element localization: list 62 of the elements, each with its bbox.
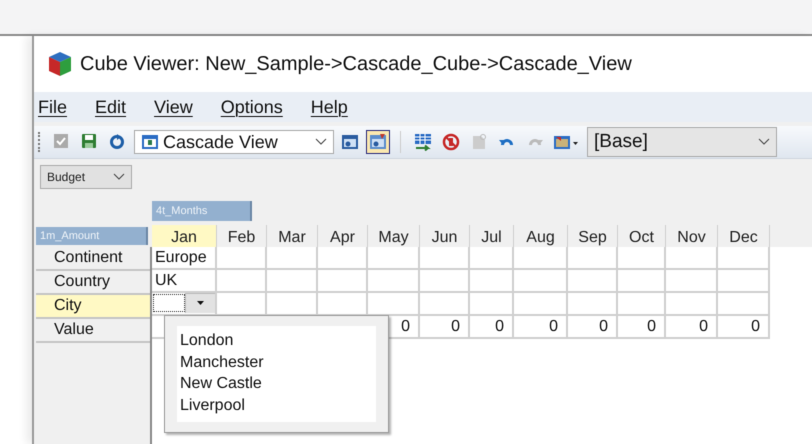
window-title: Cube Viewer: New_Sample->Cascade_Cube->Cascade_View xyxy=(80,52,632,76)
table-cell: 0 xyxy=(420,316,470,339)
table-cell xyxy=(368,247,420,270)
menu-item[interactable]: Options xyxy=(218,96,296,118)
chevron-icon xyxy=(113,173,125,181)
table-cell xyxy=(318,270,368,293)
table-cell xyxy=(470,293,514,316)
view-toolbar-button[interactable] xyxy=(366,130,390,154)
caret-icon xyxy=(196,301,204,305)
table-cell xyxy=(666,247,718,270)
view-dropdown[interactable]: Cascade View xyxy=(134,130,334,154)
table-cell xyxy=(368,270,420,293)
table-cell xyxy=(217,270,267,293)
table-cell xyxy=(267,247,318,270)
row-header[interactable]: City xyxy=(36,295,150,319)
table-cell xyxy=(420,247,470,270)
table-cell xyxy=(718,270,770,293)
menu-item[interactable]: Help xyxy=(308,96,361,118)
table-cell: 0 xyxy=(568,316,618,339)
chevron-icon xyxy=(758,138,770,146)
table-cell: 0 xyxy=(666,316,718,339)
table-cell xyxy=(718,247,770,270)
table-cell xyxy=(420,293,470,316)
window-icon xyxy=(141,134,159,150)
table-cell xyxy=(420,270,470,293)
table-cell: 0 xyxy=(470,316,514,339)
table-cell xyxy=(618,293,666,316)
table-cell xyxy=(514,293,568,316)
subset-dropdown[interactable]: [Base] xyxy=(587,127,777,157)
table-cell: Europe xyxy=(152,247,217,270)
dropdown-button[interactable] xyxy=(185,293,215,313)
table-cell xyxy=(514,270,568,293)
table-cell: 0 xyxy=(514,316,568,339)
row-header[interactable]: Value xyxy=(36,319,150,343)
table-cell xyxy=(718,293,770,316)
table-cell xyxy=(318,247,368,270)
table-cell xyxy=(470,270,514,293)
table-cell: 0 xyxy=(618,316,666,339)
table-cell: 0 xyxy=(718,316,770,339)
table-cell xyxy=(217,247,267,270)
table-cell xyxy=(470,247,514,270)
dropdown-option[interactable]: Liverpool xyxy=(180,394,373,416)
combo-field[interactable] xyxy=(153,294,185,312)
dropdown-option[interactable]: Manchester xyxy=(180,352,373,373)
dropdown-option[interactable]: New Castle xyxy=(180,373,373,394)
cube-icon xyxy=(48,51,72,77)
table-cell xyxy=(618,247,666,270)
budget-dropdown[interactable]: Budget xyxy=(40,165,132,189)
menu-item[interactable]: Edit xyxy=(93,96,140,118)
table-cell xyxy=(514,247,568,270)
table-cell xyxy=(267,270,318,293)
table-cell xyxy=(666,293,718,316)
menu-item[interactable]: File xyxy=(36,96,80,118)
table-cell xyxy=(618,270,666,293)
menu-item[interactable]: View xyxy=(152,96,206,118)
table-cell xyxy=(568,247,618,270)
table-cell xyxy=(666,270,718,293)
table-cell xyxy=(568,293,618,316)
table-cell xyxy=(568,270,618,293)
row-header[interactable]: Continent xyxy=(36,247,150,271)
column-header[interactable]: Jan xyxy=(152,225,217,247)
chevron-icon xyxy=(315,138,327,146)
